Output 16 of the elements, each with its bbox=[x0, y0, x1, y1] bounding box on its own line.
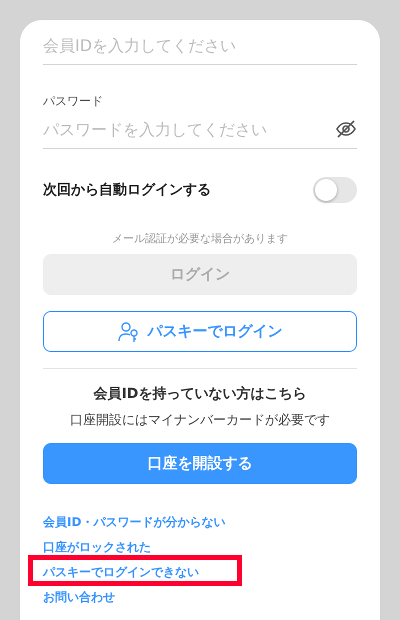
notice-text: メール認証が必要な場合があります bbox=[111, 231, 289, 246]
member-id-field[interactable]: 会員IDを入力してください bbox=[43, 36, 357, 54]
person-key-icon bbox=[118, 320, 140, 342]
signup-note: 口座開設にはマイナンバーカードが必要です bbox=[69, 412, 331, 429]
help-link[interactable]: 会員ID・パスワードが分からない bbox=[43, 514, 226, 531]
signup-heading: 会員IDを持っていない方はこちら bbox=[92, 385, 308, 403]
help-link[interactable]: パスキーでログインできない bbox=[43, 564, 199, 581]
password-field[interactable]: パスワードを入力してください bbox=[43, 120, 335, 138]
eye-off-icon[interactable] bbox=[335, 119, 357, 139]
help-link[interactable]: お問い合わせ bbox=[43, 589, 115, 606]
help-link[interactable]: 口座がロックされた bbox=[43, 539, 151, 556]
field-label: パスワード bbox=[43, 93, 104, 110]
open-account-button[interactable]: 口座を開設する bbox=[43, 443, 357, 484]
auto-login-switch[interactable] bbox=[313, 177, 357, 203]
passkey-login-button[interactable]: パスキーでログイン bbox=[43, 311, 357, 352]
auto-login-label: 次回から自動ログインする bbox=[43, 181, 211, 199]
